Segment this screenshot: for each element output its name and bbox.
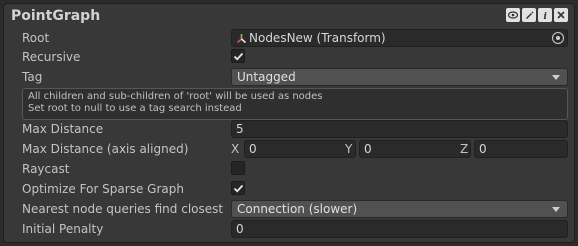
initial-penalty-label: Initial Penalty [22,222,104,236]
help-line-1: All children and sub-children of 'root' … [28,91,323,102]
z-input[interactable]: 0 [474,140,568,158]
nearest-node-value: Connection (slower) [237,202,358,216]
root-row: Root NodesNew (Transform) [4,28,574,48]
x-input[interactable]: 0 [244,140,356,158]
tag-row: Tag Untagged [4,67,574,87]
raycast-label: Raycast [22,162,70,176]
optimize-sparse-label: Optimize For Sparse Graph [22,182,184,196]
recursive-checkbox[interactable] [231,49,245,63]
close-icon[interactable] [554,8,568,22]
tag-label: Tag [22,70,43,84]
max-distance-axis-label: Max Distance (axis aligned) [22,142,189,156]
optimize-sparse-checkbox[interactable] [231,181,245,195]
chevron-down-icon [552,75,560,80]
initial-penalty-row: Initial Penalty 0 [4,219,574,239]
header-buttons: i [506,8,568,22]
max-distance-axis-row: Max Distance (axis aligned) X 0 Y 0 Z 0 [4,139,574,159]
checkmark-icon [233,52,244,61]
max-distance-input[interactable]: 5 [231,120,568,138]
raycast-row: Raycast [4,159,574,179]
root-object-field[interactable]: NodesNew (Transform) [231,29,568,47]
x-label: X [231,142,240,156]
object-picker-icon[interactable] [552,32,564,44]
z-value: 0 [479,142,487,156]
eye-icon[interactable] [506,8,520,22]
max-distance-row: Max Distance 5 [4,119,574,139]
z-label: Z [460,142,469,156]
y-input[interactable]: 0 [359,140,471,158]
max-distance-label: Max Distance [22,122,104,136]
transform-icon [236,34,247,44]
nearest-node-dropdown[interactable]: Connection (slower) [231,200,568,218]
root-label: Root [22,31,50,45]
chevron-down-icon [552,207,560,212]
initial-penalty-value: 0 [236,222,244,236]
root-value: NodesNew (Transform) [249,31,386,45]
svg-text:i: i [544,12,548,20]
tag-value: Untagged [237,70,296,84]
pointgraph-panel: PointGraph i Root NodesNew (Transform) R… [3,3,575,243]
nearest-node-row: Nearest node queries find closest Connec… [4,199,574,219]
panel-title: PointGraph [11,8,101,24]
checkmark-icon [233,184,244,193]
help-box: All children and sub-children of 'root' … [22,88,568,120]
tag-dropdown[interactable]: Untagged [231,68,568,86]
recursive-label: Recursive [22,50,81,64]
initial-penalty-input[interactable]: 0 [231,220,568,238]
y-label: Y [345,142,353,156]
recursive-row: Recursive [4,47,574,67]
panel-header: PointGraph i [4,4,574,28]
y-value: 0 [364,142,372,156]
x-value: 0 [249,142,257,156]
raycast-checkbox[interactable] [231,161,245,175]
optimize-sparse-row: Optimize For Sparse Graph [4,179,574,199]
nearest-node-label: Nearest node queries find closest [22,202,224,216]
pencil-icon[interactable] [522,8,536,22]
max-distance-value: 5 [236,122,244,136]
info-icon[interactable]: i [538,8,552,22]
help-line-2: Set root to null to use a tag search ins… [28,103,242,114]
